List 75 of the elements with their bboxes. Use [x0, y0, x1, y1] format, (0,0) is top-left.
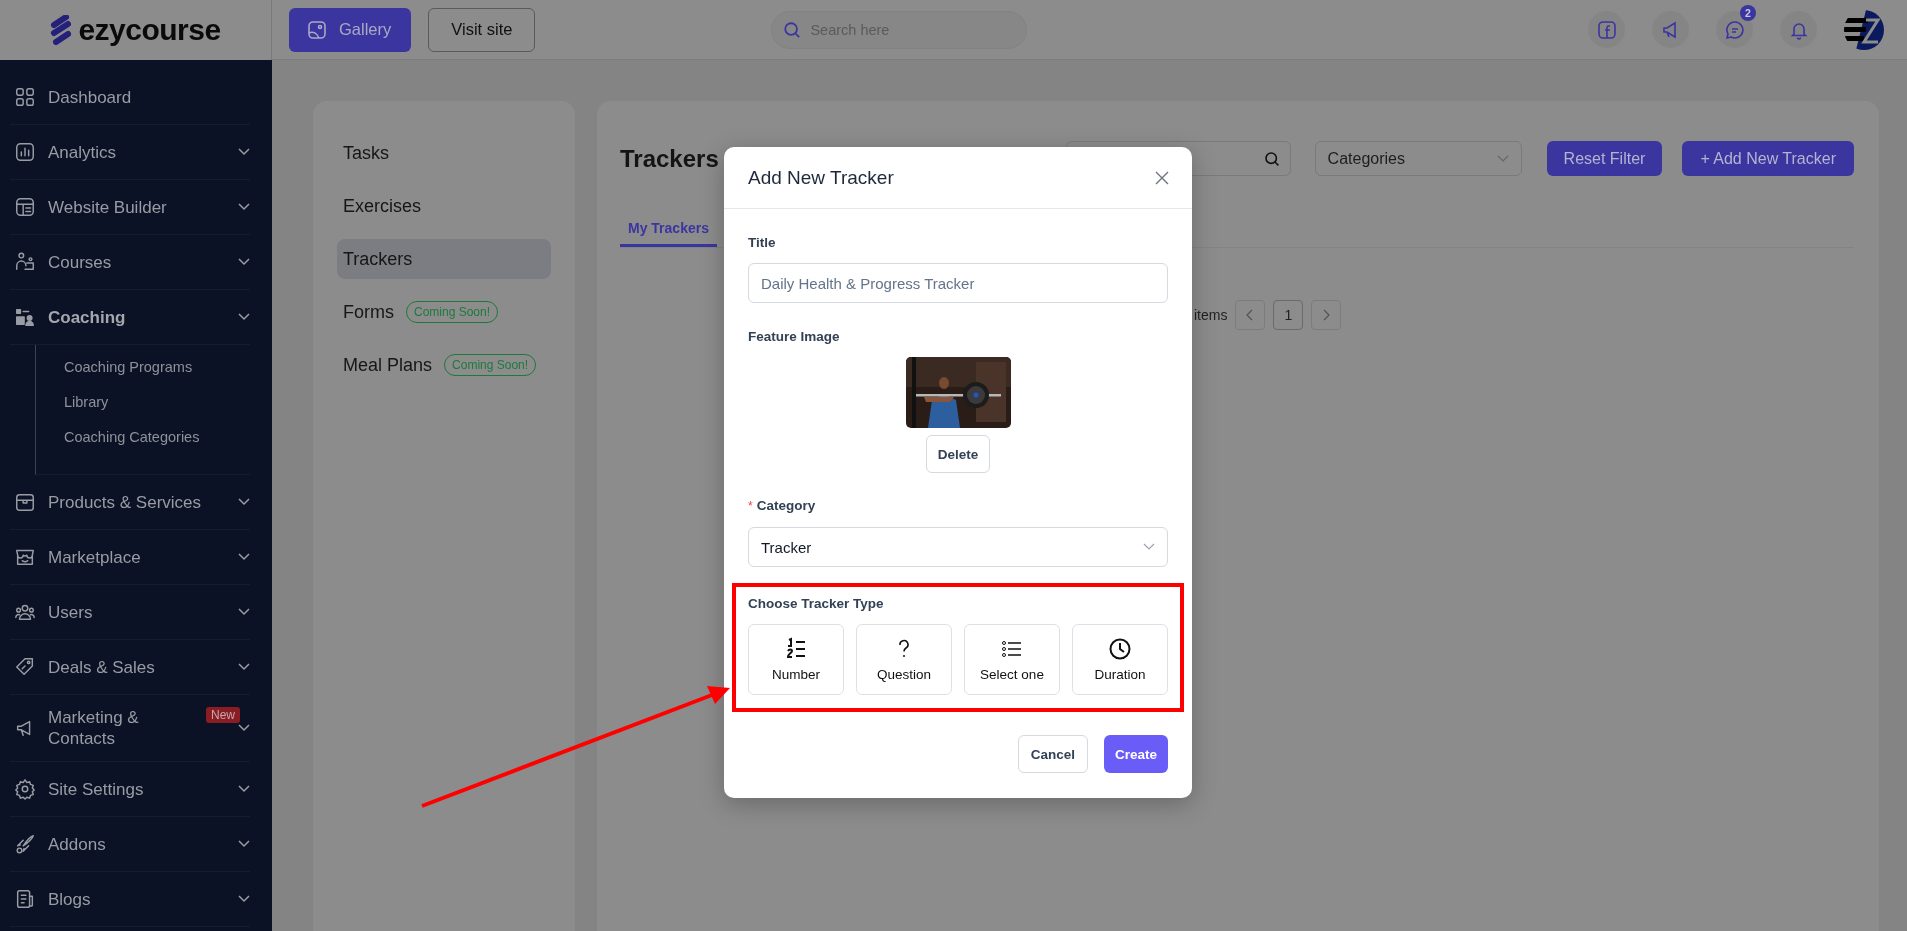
search-icon: [783, 20, 802, 39]
visit-site-button[interactable]: Visit site: [428, 7, 536, 52]
field-label: Category: [756, 498, 816, 514]
create-button[interactable]: Create: [1103, 735, 1168, 773]
bell-icon[interactable]: [1780, 11, 1817, 48]
chevron-down-icon: [1143, 543, 1155, 551]
menu-item[interactable]: Addons: [48, 833, 226, 855]
chevron-down-icon[interactable]: [238, 258, 250, 266]
page-title: Trackers: [620, 144, 719, 173]
chevron-down-icon[interactable]: [238, 498, 250, 506]
reset-filter-button[interactable]: Reset Filter: [1546, 141, 1663, 176]
submenu-item[interactable]: Coaching Programs: [36, 349, 250, 384]
tracker-type-option[interactable]: Number: [748, 624, 844, 695]
clock-icon: [1108, 637, 1132, 661]
megaphone-icon[interactable]: [1652, 11, 1689, 48]
tracker-type-option[interactable]: Select one: [964, 624, 1060, 695]
menu-item[interactable]: Products & Services: [48, 491, 226, 513]
chevron-down-icon[interactable]: [238, 895, 250, 903]
menu-item[interactable]: Users: [48, 601, 226, 623]
nav-item[interactable]: Meal Plans Coming Soon!: [337, 345, 551, 385]
chevron-down-icon[interactable]: [238, 608, 250, 616]
logo-text: ezycourse: [78, 13, 221, 47]
chevron-down-icon[interactable]: [238, 663, 250, 671]
pagination-label: items: [1194, 307, 1228, 323]
cancel-button[interactable]: Cancel: [1017, 735, 1088, 773]
tracker-type-option[interactable]: Question: [856, 624, 952, 695]
menu-item[interactable]: Marketing & Contacts: [48, 707, 194, 749]
image-icon: [307, 19, 327, 40]
new-badge: New: [206, 707, 240, 723]
menu-item[interactable]: Marketplace: [48, 546, 226, 568]
facebook-icon[interactable]: [1588, 11, 1625, 48]
chevron-left-icon: [1246, 309, 1255, 321]
menu-item[interactable]: Deals & Sales: [48, 656, 226, 678]
close-icon[interactable]: [1154, 169, 1170, 186]
field-label: Feature Image: [748, 329, 841, 345]
nav-item[interactable]: Trackers: [337, 239, 551, 279]
add-tracker-button[interactable]: + Add New Tracker: [1682, 141, 1854, 176]
category-select[interactable]: Tracker: [748, 527, 1168, 567]
tracker-type-option[interactable]: Duration: [1072, 624, 1168, 695]
notification-badge: 2: [1740, 5, 1756, 21]
nav-item[interactable]: Tasks: [337, 133, 551, 173]
categories-select[interactable]: Categories: [1314, 141, 1522, 176]
chat-icon[interactable]: [1716, 11, 1753, 48]
submenu-item[interactable]: Library: [36, 384, 250, 419]
menu-item[interactable]: Coaching: [48, 306, 226, 328]
submenu-item[interactable]: Coaching Categories: [36, 419, 250, 454]
chevron-down-icon[interactable]: [238, 785, 250, 793]
search-icon: [1263, 150, 1280, 167]
page-button[interactable]: 1: [1273, 300, 1304, 330]
delete-button[interactable]: Delete: [925, 435, 991, 473]
chevron-down-icon[interactable]: [238, 553, 250, 561]
title-field[interactable]: Daily Health & Progress Tracker: [748, 263, 1168, 303]
nav-item[interactable]: Exercises: [337, 186, 551, 226]
chevron-down-icon[interactable]: [238, 148, 250, 156]
chevron-down-icon[interactable]: [238, 840, 250, 848]
avatar-icon[interactable]: [1844, 9, 1884, 50]
menu-item[interactable]: Analytics: [48, 141, 226, 163]
gallery-button[interactable]: Gallery: [289, 7, 412, 52]
menu-item[interactable]: Dashboard: [48, 86, 250, 108]
numbered-list-icon: [784, 637, 808, 661]
menu-item[interactable]: Blogs: [48, 888, 226, 910]
chevron-down-icon[interactable]: [238, 724, 250, 732]
chevron-down-icon[interactable]: [238, 203, 250, 211]
menu-item[interactable]: Courses: [48, 251, 226, 273]
field-label: Choose Tracker Type: [748, 596, 884, 611]
chevron-down-icon: [1496, 154, 1509, 163]
chevron-down-icon[interactable]: [238, 313, 250, 321]
required-mark: *: [748, 499, 753, 513]
menu-item[interactable]: Site Settings: [48, 778, 226, 800]
logo-icon: [50, 15, 73, 45]
dialog-title: Add New Tracker: [748, 166, 894, 189]
chevron-right-icon: [1322, 309, 1331, 321]
nav-item[interactable]: Forms Coming Soon!: [337, 292, 551, 332]
menu-item[interactable]: Website Builder: [48, 196, 226, 218]
field-label: Title: [748, 235, 777, 251]
